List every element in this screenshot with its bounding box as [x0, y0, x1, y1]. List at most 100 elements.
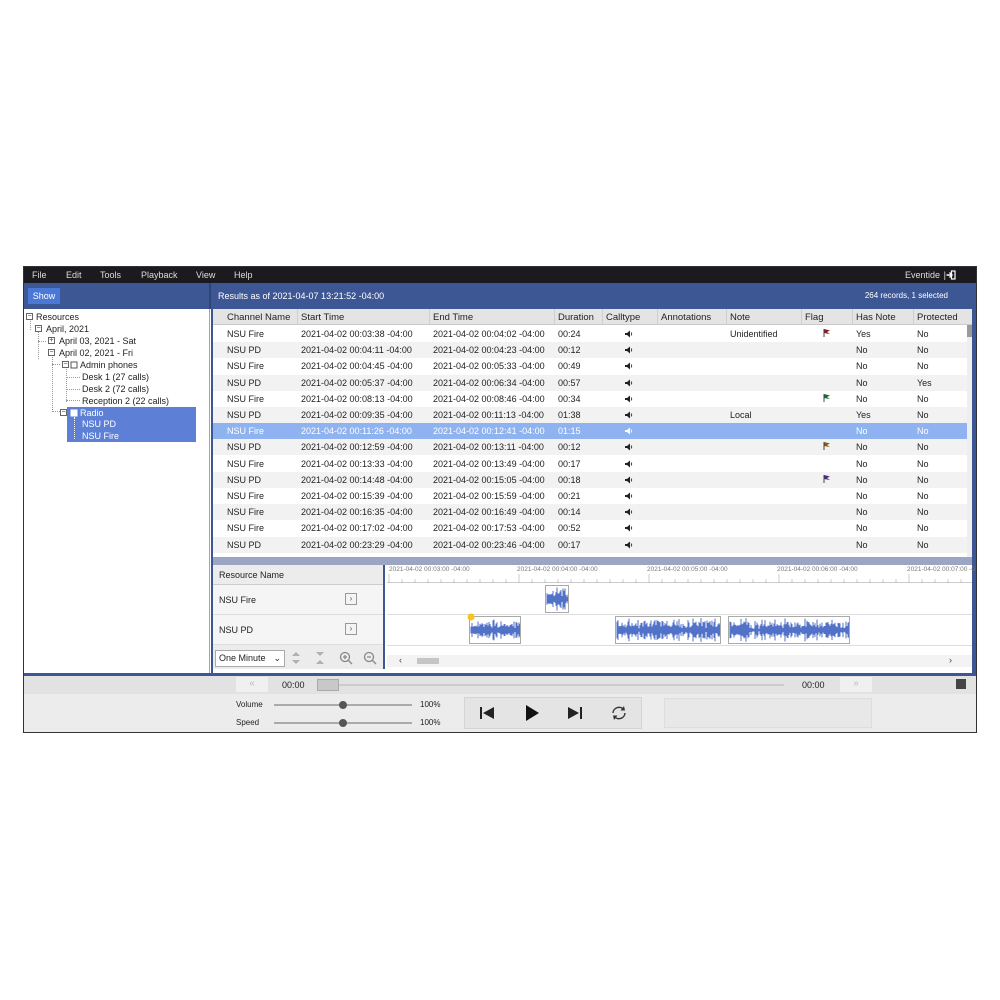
- call-waveform[interactable]: [545, 585, 569, 613]
- logout-icon[interactable]: [946, 270, 956, 280]
- table-row[interactable]: NSU PD 2021-04-02 00:23:29 -04:00 2021-04-…: [213, 536, 967, 553]
- show-button[interactable]: Show: [28, 288, 60, 304]
- call-waveform[interactable]: [728, 616, 850, 644]
- cell-channel: NSU PD: [227, 539, 262, 550]
- seek-forward-icon[interactable]: »: [840, 677, 872, 692]
- scroll-right-icon[interactable]: ›: [949, 655, 952, 665]
- annotation-marker-icon[interactable]: [467, 613, 475, 621]
- call-waveform[interactable]: [615, 616, 721, 644]
- collapse-icon[interactable]: −: [62, 361, 69, 368]
- speaker-icon[interactable]: [625, 427, 633, 435]
- tree-admin-phones[interactable]: Admin phones: [80, 360, 138, 370]
- col-channel-name[interactable]: Channel Name: [227, 312, 290, 323]
- menu-help[interactable]: Help: [234, 270, 253, 280]
- tree-nsu-pd[interactable]: NSU PD: [82, 419, 116, 429]
- speed-slider-knob[interactable]: [339, 719, 347, 727]
- table-row[interactable]: NSU Fire 2021-04-02 00:04:45 -04:00 2021-0…: [213, 358, 967, 374]
- chevron-right-icon[interactable]: ›: [345, 593, 357, 605]
- popout-icon[interactable]: [956, 679, 966, 689]
- speaker-icon[interactable]: [625, 492, 633, 500]
- tree-reception2[interactable]: Reception 2 (22 calls): [82, 396, 169, 406]
- collapse-rows-icon[interactable]: [313, 651, 327, 665]
- table-row[interactable]: NSU Fire 2021-04-02 00:08:13 -04:00 2021-0…: [213, 391, 967, 407]
- tree-month[interactable]: April, 2021: [46, 324, 89, 334]
- table-row[interactable]: NSU Fire 2021-04-02 00:16:35 -04:00 2021-0…: [213, 504, 967, 521]
- speaker-icon[interactable]: [625, 362, 633, 370]
- scroll-left-icon[interactable]: ‹: [399, 655, 402, 665]
- previous-icon[interactable]: [465, 698, 509, 728]
- speaker-icon[interactable]: [625, 379, 633, 387]
- table-row[interactable]: NSU Fire 2021-04-02 00:15:39 -04:00 2021-0…: [213, 488, 967, 504]
- speaker-icon[interactable]: [625, 443, 633, 451]
- horizontal-scrollbar[interactable]: ‹ ›: [387, 655, 972, 667]
- table-row[interactable]: NSU PD 2021-04-02 00:05:37 -04:00 2021-04-…: [213, 374, 967, 391]
- collapse-icon[interactable]: −: [26, 313, 33, 320]
- expand-icon[interactable]: +: [48, 337, 55, 344]
- seek-handle[interactable]: [317, 679, 339, 691]
- speaker-icon[interactable]: [625, 524, 633, 532]
- speaker-icon[interactable]: [625, 411, 633, 419]
- flag-icon[interactable]: [822, 441, 832, 451]
- col-protected[interactable]: Protected: [917, 312, 958, 323]
- speaker-icon[interactable]: [625, 460, 633, 468]
- menu-playback[interactable]: Playback: [141, 270, 178, 280]
- zoom-in-icon[interactable]: [339, 651, 353, 665]
- collapse-icon[interactable]: −: [60, 409, 67, 416]
- col-start-time[interactable]: Start Time: [301, 312, 344, 323]
- play-icon[interactable]: [509, 698, 553, 728]
- speaker-icon[interactable]: [625, 395, 633, 403]
- table-row[interactable]: NSU PD 2021-04-02 00:12:59 -04:00 2021-04-…: [213, 439, 967, 456]
- menu-edit[interactable]: Edit: [66, 270, 82, 280]
- call-waveform[interactable]: [469, 616, 521, 644]
- tree-desk2[interactable]: Desk 2 (72 calls): [82, 384, 149, 394]
- next-icon[interactable]: [553, 698, 597, 728]
- flag-icon[interactable]: [822, 328, 832, 338]
- table-row[interactable]: NSU PD 2021-04-02 00:09:35 -04:00 2021-04-…: [213, 407, 967, 423]
- expand-rows-icon[interactable]: [289, 651, 303, 665]
- tree-day-apr02[interactable]: April 02, 2021 - Fri: [59, 348, 133, 358]
- tree-day-apr03[interactable]: April 03, 2021 - Sat: [59, 336, 136, 346]
- speaker-icon[interactable]: [625, 541, 633, 549]
- menu-tools[interactable]: Tools: [100, 270, 121, 280]
- menu-view[interactable]: View: [196, 270, 215, 280]
- splitter[interactable]: [213, 557, 972, 565]
- flag-icon[interactable]: [822, 474, 832, 484]
- horizontal-scroll-thumb[interactable]: [417, 658, 439, 664]
- col-end-time[interactable]: End Time: [433, 312, 473, 323]
- col-duration[interactable]: Duration: [558, 312, 594, 323]
- menu-file[interactable]: File: [32, 270, 47, 280]
- seek-back-icon[interactable]: «: [236, 677, 268, 692]
- tree-root[interactable]: Resources: [36, 312, 79, 322]
- tree-radio[interactable]: Radio: [80, 408, 104, 418]
- col-has-note[interactable]: Has Note: [856, 312, 896, 323]
- table-row[interactable]: NSU PD 2021-04-02 00:04:11 -04:00 2021-04-…: [213, 342, 967, 359]
- collapse-icon[interactable]: −: [48, 349, 55, 356]
- table-row[interactable]: NSU Fire 2021-04-02 00:03:38 -04:00 2021-0…: [213, 326, 967, 342]
- cell-protected: Yes: [917, 377, 932, 388]
- vertical-scroll-thumb[interactable]: [967, 325, 972, 337]
- speaker-icon[interactable]: [625, 508, 633, 516]
- loop-icon[interactable]: [597, 698, 641, 728]
- flag-icon[interactable]: [822, 393, 832, 403]
- col-calltype[interactable]: Calltype: [606, 312, 640, 323]
- speaker-icon[interactable]: [625, 346, 633, 354]
- timeline-track-area[interactable]: 2021-04-02 00:03:00 -04:00 2021-04-02 00…: [387, 565, 975, 669]
- col-annotations[interactable]: Annotations: [661, 312, 711, 323]
- table-row[interactable]: NSU Fire 2021-04-02 00:17:02 -04:00 2021-0…: [213, 520, 967, 536]
- tree-nsu-fire[interactable]: NSU Fire: [82, 431, 119, 441]
- speaker-icon[interactable]: [625, 330, 633, 338]
- volume-slider-knob[interactable]: [339, 701, 347, 709]
- seek-track[interactable]: [324, 684, 784, 686]
- col-flag[interactable]: Flag: [805, 312, 823, 323]
- table-row[interactable]: NSU Fire 2021-04-02 00:13:33 -04:00 2021-0…: [213, 456, 967, 472]
- zoom-out-icon[interactable]: [363, 651, 377, 665]
- speaker-icon[interactable]: [625, 476, 633, 484]
- collapse-icon[interactable]: −: [35, 325, 42, 332]
- table-row[interactable]: NSU PD 2021-04-02 00:14:48 -04:00 2021-04-…: [213, 471, 967, 488]
- zoom-select[interactable]: One Minute ⌄: [215, 650, 285, 667]
- table-row[interactable]: NSU Fire 2021-04-02 00:11:26 -04:00 2021-0…: [213, 423, 967, 440]
- col-note[interactable]: Note: [730, 312, 750, 323]
- tree-desk1[interactable]: Desk 1 (27 calls): [82, 372, 149, 382]
- chevron-right-icon[interactable]: ›: [345, 623, 357, 635]
- vertical-scrollbar[interactable]: [967, 325, 972, 559]
